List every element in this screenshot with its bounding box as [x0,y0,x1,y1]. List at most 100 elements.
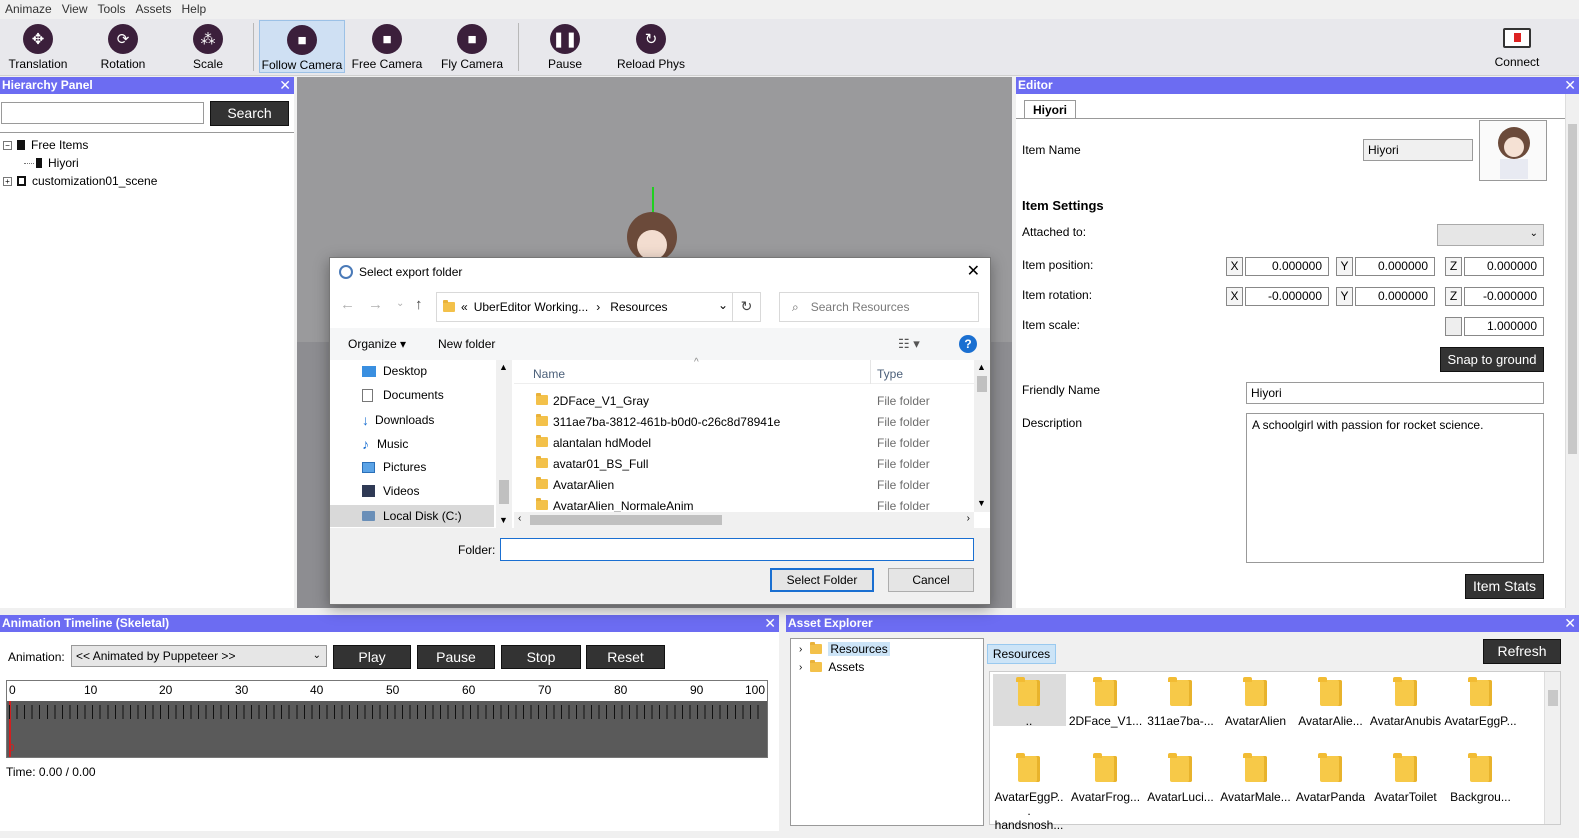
asset-item[interactable]: AvatarEggP... handsnosh... [990,753,1068,832]
reset-button[interactable]: Reset [586,645,665,669]
rotation-button[interactable]: ⟳ Rotation [88,20,158,73]
scale-button[interactable]: ⁂ Scale [173,20,243,73]
asset-tree-item-assets[interactable]: › Assets [799,660,864,674]
nav-scrollbar[interactable]: ▲ ▼ [496,360,512,528]
refresh-button[interactable]: Refresh [1483,639,1561,664]
free-camera-button[interactable]: ■ Free Camera [348,20,426,73]
nav-item-pictures[interactable]: Pictures [362,460,426,474]
asset-item[interactable]: AvatarPanda [1293,753,1368,832]
tree-item-free-items[interactable]: − Free Items [3,138,88,152]
item-stats-button[interactable]: Item Stats [1465,574,1544,599]
asset-item[interactable]: 2DFace_V1... [1068,677,1143,728]
cancel-button[interactable]: Cancel [888,568,974,592]
up-arrow-icon[interactable]: ↑ [415,296,423,313]
position-y-field[interactable]: 0.000000 [1355,257,1435,276]
asset-grid-scrollbar[interactable] [1544,672,1560,824]
nav-item-desktop[interactable]: Desktop [362,364,427,378]
file-list-vscroll[interactable]: ▲ ▼ [974,360,990,512]
play-button[interactable]: Play [333,645,411,669]
asset-tree-item-resources[interactable]: › Resources [799,642,890,656]
file-row[interactable]: alantalan hdModel File folder [514,433,974,454]
asset-item[interactable]: AvatarAlie... [1293,677,1368,728]
refresh-icon[interactable]: ↻ [732,293,760,321]
view-options-icon[interactable]: ☷ ▾ [898,336,920,352]
menu-help[interactable]: Help [177,0,212,19]
nav-item-downloads[interactable]: ↓ Downloads [362,412,434,428]
expand-icon[interactable]: + [3,176,12,186]
stop-button[interactable]: Stop [501,645,581,669]
asset-item[interactable]: .. [990,677,1068,728]
close-icon[interactable]: ✕ [1564,77,1576,94]
tab-hiyori[interactable]: Hiyori [1024,100,1076,119]
fly-camera-button[interactable]: ■ Fly Camera [434,20,510,73]
nav-item-videos[interactable]: Videos [362,484,419,498]
organize-menu[interactable]: Organize ▾ [348,337,406,351]
connect-button[interactable]: Connect [1486,20,1548,73]
select-folder-button[interactable]: Select Folder [770,568,874,592]
nav-item-music[interactable]: ♪ Music [362,436,408,452]
asset-item[interactable]: AvatarAnubis [1368,677,1443,728]
translation-button[interactable]: ✥ Translation [3,20,73,73]
asset-item[interactable]: Backgrou... [1443,753,1518,832]
file-row[interactable]: 311ae7ba-3812-461b-b0d0-c26c8d78941e File… [514,412,974,433]
asset-item[interactable]: AvatarFrog... [1068,753,1143,832]
close-icon[interactable]: ✕ [764,615,776,632]
column-type[interactable]: Type [877,367,903,381]
file-row[interactable]: avatar01_BS_Full File folder [514,454,974,475]
friendly-name-field[interactable]: Hiyori [1246,382,1544,404]
path-segment[interactable]: Resources [610,300,667,314]
follow-camera-button[interactable]: ■ Follow Camera [259,20,345,73]
reload-phys-button[interactable]: ↻ Reload Phys [612,20,690,73]
forward-arrow-icon[interactable]: → [368,296,383,313]
asset-item[interactable]: AvatarMale... [1218,753,1293,832]
position-x-field[interactable]: 0.000000 [1245,257,1329,276]
animation-dropdown[interactable]: << Animated by Puppeteer >> ⌄ [71,645,327,667]
file-row[interactable]: AvatarAlien File folder [514,475,974,496]
new-folder-button[interactable]: New folder [438,337,495,351]
hierarchy-search-input[interactable] [1,102,204,124]
asset-item[interactable]: AvatarToilet [1368,753,1443,832]
column-name[interactable]: Name [533,367,565,381]
close-icon[interactable]: ✕ [279,77,291,94]
scale-lock[interactable] [1445,317,1462,336]
asset-breadcrumb[interactable]: Resources [987,644,1056,664]
nav-item-documents[interactable]: Documents [362,388,444,402]
recent-chevron-icon[interactable]: ⌄ [396,298,404,309]
item-name-field[interactable]: Hiyori [1363,139,1473,161]
avatar-head[interactable] [627,212,677,262]
pause-button[interactable]: ❚❚ Pause [530,20,600,73]
search-button[interactable]: Search [210,101,289,126]
scale-field[interactable]: 1.000000 [1464,317,1544,336]
path-overflow[interactable]: « [461,300,468,314]
chevron-down-icon[interactable]: ⌄ [718,298,728,312]
asset-item[interactable]: AvatarEggP... [1443,677,1518,728]
back-arrow-icon[interactable]: ← [340,296,355,313]
rotation-z-field[interactable]: -0.000000 [1464,287,1544,306]
path-segment[interactable]: UberEditor Working... [474,300,589,314]
asset-item[interactable]: 311ae7ba-... [1143,677,1218,728]
nav-item-local-disk[interactable]: Local Disk (C:) [330,505,494,527]
timeline-pause-button[interactable]: Pause [417,645,495,669]
search-resources-input[interactable]: ⌕ Search Resources [779,292,979,322]
menu-animaze[interactable]: Animaze [0,0,57,19]
close-icon[interactable]: ✕ [967,261,980,281]
folder-input[interactable] [500,538,974,561]
rotation-y-field[interactable]: 0.000000 [1355,287,1435,306]
attached-to-dropdown[interactable]: ⌄ [1437,224,1544,246]
snap-to-ground-button[interactable]: Snap to ground [1440,347,1544,372]
rotation-x-field[interactable]: -0.000000 [1245,287,1329,306]
menu-view[interactable]: View [57,0,93,19]
menu-tools[interactable]: Tools [92,0,130,19]
tree-item-hiyori[interactable]: Hiyori [24,156,79,170]
close-icon[interactable]: ✕ [1564,615,1576,632]
collapse-icon[interactable]: − [3,140,12,150]
description-field[interactable]: A schoolgirl with passion for rocket sci… [1246,413,1544,563]
file-list-hscroll[interactable]: ‹ › [514,512,974,528]
timeline-track[interactable]: 0 0 10 20 30 40 50 60 70 80 90 100 [6,680,768,758]
asset-item[interactable]: AvatarLuci... [1143,753,1218,832]
asset-item[interactable]: AvatarAlien [1218,677,1293,728]
menu-assets[interactable]: Assets [131,0,177,19]
tree-item-scene[interactable]: + customization01_scene [3,174,157,188]
file-row[interactable]: 2DFace_V1_Gray File folder [514,391,974,412]
address-bar[interactable]: « UberEditor Working... › Resources ⌄ ↻ [436,292,761,322]
